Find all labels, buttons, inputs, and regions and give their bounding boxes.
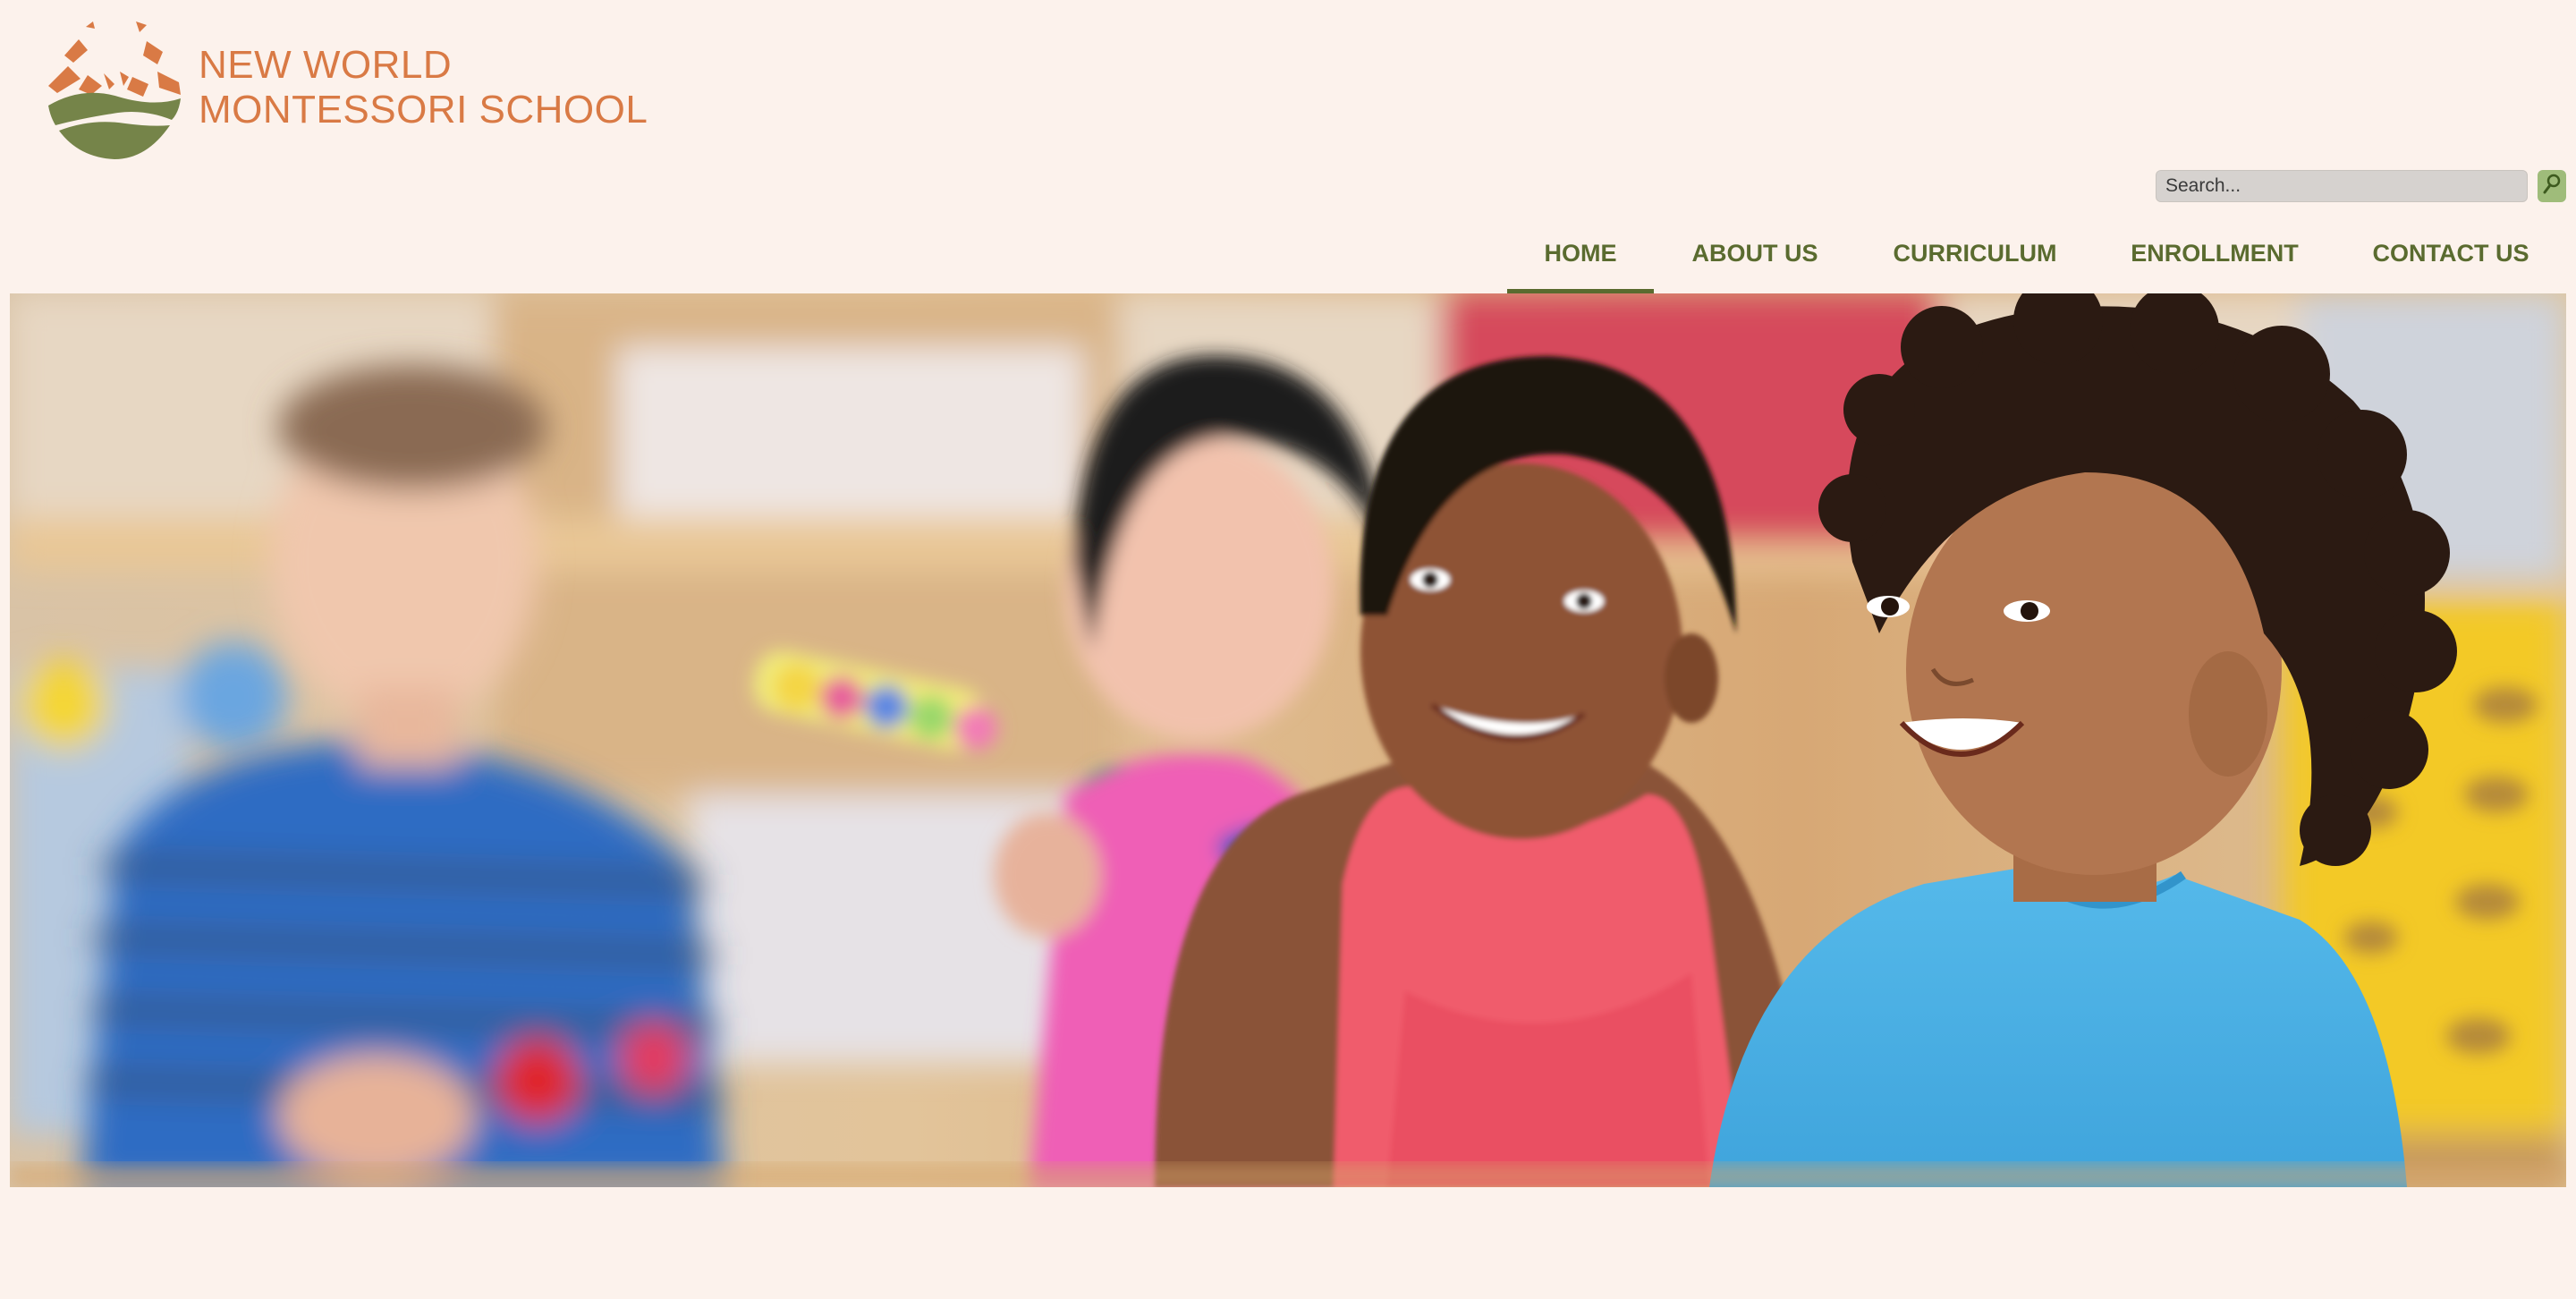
search-button[interactable] [2538,170,2566,202]
school-name: NEW WORLD MONTESSORI SCHOOL [199,43,648,132]
nav-contact-us-label: CONTACT US [2372,240,2529,267]
nav-contact-us[interactable]: CONTACT US [2361,233,2540,293]
page: NEW WORLD MONTESSORI SCHOOL HOME ABOUT U… [0,0,2576,1299]
hero-image [10,293,2566,1187]
school-logo[interactable] [47,20,188,161]
nav-curriculum[interactable]: CURRICULUM [1878,233,2072,293]
magnifier-icon [2542,174,2562,200]
search-input[interactable] [2156,170,2528,202]
school-name-line2: MONTESSORI SCHOOL [199,88,648,132]
nav-about-us-label: ABOUT US [1691,240,1818,267]
nav-home-label: HOME [1544,240,1617,267]
nav-enrollment[interactable]: ENROLLMENT [2120,233,2309,293]
nav-home[interactable]: HOME [1507,233,1654,293]
nav-about-us[interactable]: ABOUT US [1676,233,1834,293]
school-name-line1: NEW WORLD [199,43,453,87]
nav-curriculum-label: CURRICULUM [1893,240,2057,267]
nav-enrollment-label: ENROLLMENT [2131,240,2299,267]
